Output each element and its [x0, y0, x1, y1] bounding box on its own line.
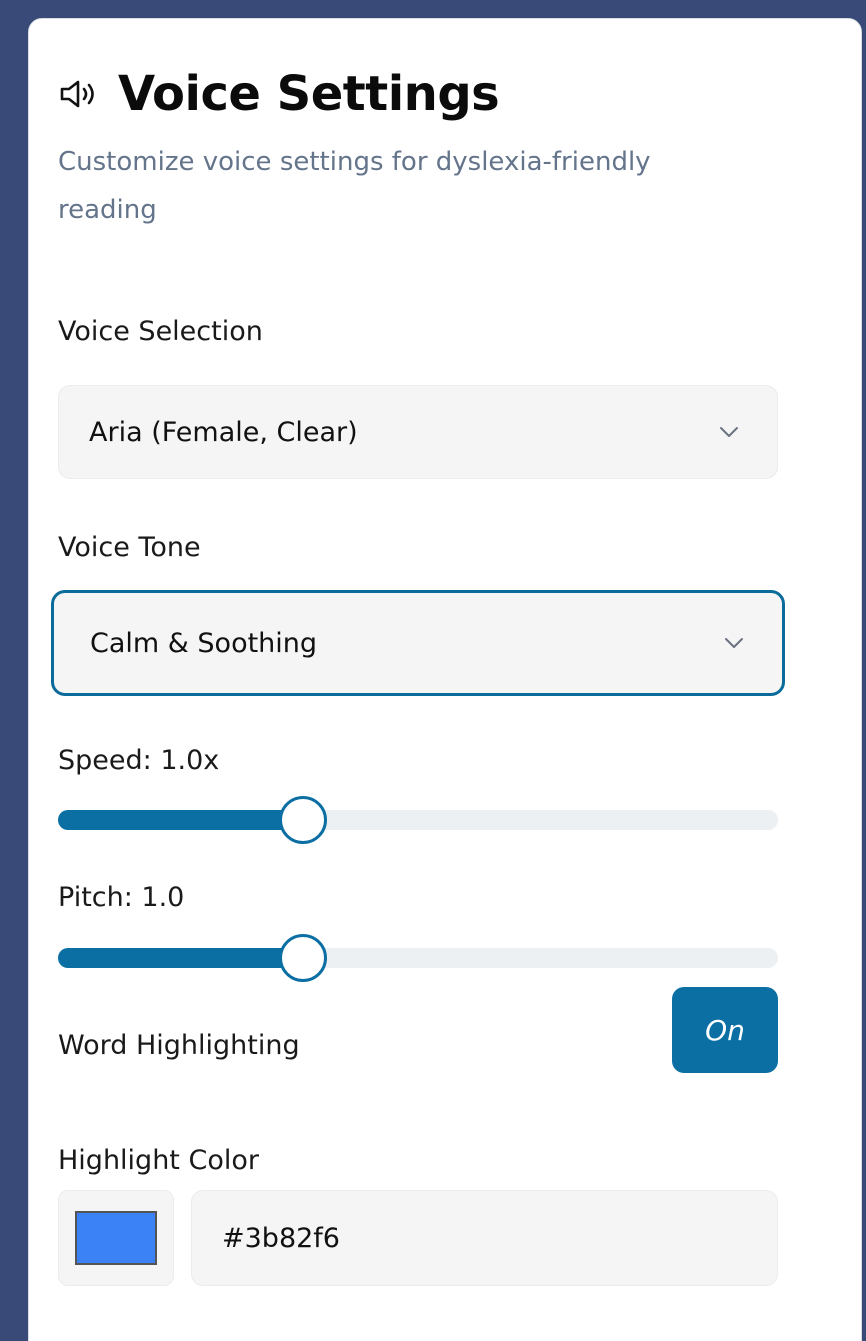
pitch-slider-thumb[interactable] — [278, 934, 327, 982]
pitch-label: Pitch: 1.0 — [58, 882, 185, 913]
voice-selection-label: Voice Selection — [58, 316, 263, 347]
speed-label: Speed: 1.0x — [58, 745, 220, 776]
speed-slider-thumb[interactable] — [278, 796, 327, 844]
chevron-down-icon — [720, 427, 738, 437]
color-picker-button[interactable] — [58, 1190, 174, 1286]
page-subtitle: Customize voice settings for dyslexia-fr… — [58, 147, 651, 225]
page-title: Voice Settings — [118, 66, 500, 122]
voice-selection-dropdown[interactable]: Aria (Female, Clear) — [58, 385, 778, 479]
title-row: Voice Settings — [58, 66, 500, 122]
voice-tone-label: Voice Tone — [58, 532, 201, 563]
pitch-slider[interactable] — [58, 934, 778, 982]
highlight-color-label: Highlight Color — [58, 1145, 259, 1176]
voice-selection-value: Aria (Female, Clear) — [89, 416, 358, 448]
pitch-slider-fill — [58, 948, 303, 968]
highlight-color-hex-input[interactable] — [191, 1190, 778, 1286]
speaker-icon — [58, 76, 106, 112]
voice-tone-dropdown[interactable]: Calm & Soothing — [51, 590, 785, 696]
word-highlighting-toggle-button[interactable]: On — [672, 987, 778, 1073]
word-highlighting-label: Word Highlighting — [58, 1030, 300, 1061]
speed-slider[interactable] — [58, 796, 778, 844]
color-swatch — [75, 1211, 157, 1265]
speed-slider-fill — [58, 810, 303, 830]
voice-tone-value: Calm & Soothing — [90, 627, 318, 659]
chevron-down-icon — [725, 638, 743, 648]
